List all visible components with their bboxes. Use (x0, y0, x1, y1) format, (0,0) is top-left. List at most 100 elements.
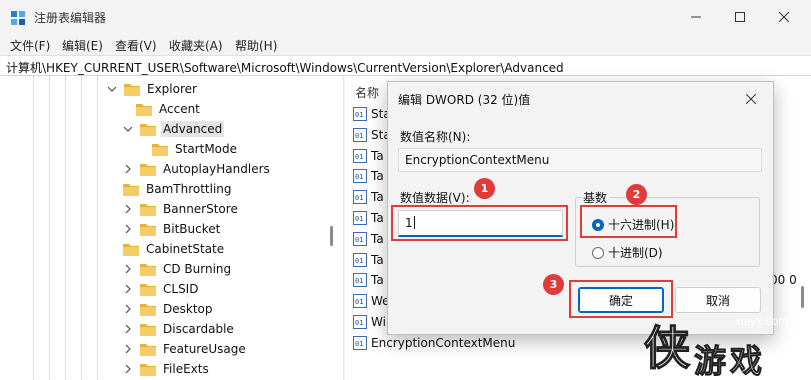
list-item[interactable]: 01 Ta (353, 146, 384, 166)
registry-value-icon: 01 (353, 252, 367, 267)
tree-item-label: Discardable (163, 322, 234, 336)
tree-guide-line (65, 76, 66, 380)
chevron-right-icon[interactable] (123, 344, 133, 354)
list-item[interactable]: 01 Ta (353, 208, 384, 228)
list-item[interactable]: 01 Ta (353, 270, 384, 290)
tree-item[interactable]: FeatureUsage (123, 339, 248, 359)
radio-unselected-icon (592, 246, 604, 259)
svg-text:01: 01 (355, 298, 363, 306)
tree-pane[interactable]: Explorer Accent Advanced StartMode AutoplayH… (0, 76, 344, 380)
list-item[interactable]: 01 EncryptionContextMenu (353, 333, 515, 353)
tree-item[interactable]: CLSID (123, 279, 200, 299)
tree-item-label: AutoplayHandlers (163, 162, 270, 176)
tree-item[interactable]: BamThrottling (123, 179, 234, 199)
menu-edit[interactable]: 编辑(E) (62, 37, 103, 54)
tree-item[interactable]: Explorer (107, 79, 199, 99)
list-item[interactable]: 01 Ta (353, 250, 384, 270)
tree-guide-line (81, 76, 82, 380)
dialog-title: 编辑 DWORD (32 位)值 (398, 93, 531, 107)
tree-item[interactable]: AutoplayHandlers (123, 159, 272, 179)
menu-favorites[interactable]: 收藏夹(A) (169, 37, 223, 54)
tree-item-label: FeatureUsage (163, 342, 246, 356)
values-scrollbar[interactable] (801, 286, 804, 308)
registry-value-icon: 01 (353, 190, 367, 205)
tree-item[interactable]: FileExts (123, 359, 211, 379)
chevron-right-icon[interactable] (123, 164, 133, 174)
window-title: 注册表编辑器 (34, 11, 107, 25)
tree-item[interactable]: CabinetState (123, 239, 226, 259)
minimize-button[interactable] (681, 6, 711, 28)
title-bar: 注册表编辑器 (0, 0, 811, 34)
maximize-button[interactable] (725, 6, 755, 28)
close-icon (746, 94, 756, 104)
folder-icon (140, 223, 156, 236)
folder-icon (140, 323, 156, 336)
step-badge-3: 3 (543, 274, 564, 295)
tree-item-label: BannerStore (163, 202, 238, 216)
svg-text:01: 01 (355, 319, 363, 327)
radio-decimal[interactable]: 十进制(D) (592, 244, 663, 261)
column-header-name[interactable]: 名称 (355, 84, 379, 101)
step-badge-1: 1 (474, 178, 495, 199)
svg-text:01: 01 (355, 257, 363, 265)
chevron-down-icon[interactable] (107, 84, 117, 94)
list-item-name: EncryptionContextMenu (371, 335, 516, 350)
tree-item-label: CD Burning (163, 262, 232, 276)
tree-item[interactable]: StartMode (152, 139, 239, 159)
chevron-right-icon[interactable] (123, 224, 133, 234)
chevron-down-icon[interactable] (123, 124, 133, 134)
tree-item[interactable]: Discardable (123, 319, 236, 339)
folder-icon (140, 283, 156, 296)
menu-help[interactable]: 帮助(H) (235, 37, 277, 54)
tree-item[interactable]: Advanced (123, 119, 225, 139)
registry-value-icon: 01 (353, 273, 367, 288)
tree-item[interactable]: Accent (136, 99, 202, 119)
tree-item[interactable]: Desktop (123, 299, 215, 319)
list-item[interactable]: 01 Ta (353, 166, 384, 186)
chevron-right-icon[interactable] (123, 264, 133, 274)
folder-icon (140, 343, 156, 356)
watermark-logo-char-1: 侠 (644, 321, 691, 375)
list-item[interactable]: 01 Sta (353, 104, 391, 124)
folder-icon (140, 303, 156, 316)
list-item[interactable]: 01 We (353, 291, 390, 311)
close-button[interactable] (769, 6, 799, 28)
chevron-right-icon[interactable] (123, 304, 133, 314)
svg-text:01: 01 (355, 111, 363, 119)
chevron-right-icon[interactable] (123, 364, 133, 374)
tree-item-label: StartMode (175, 142, 238, 156)
menu-file[interactable]: 文件(F) (10, 37, 50, 54)
value-data-label: 数值数据(V): (400, 191, 470, 205)
address-bar[interactable]: 计算机\HKEY_CURRENT_USER\Software\Microsoft… (0, 55, 811, 76)
value-data-partial: 00 0 (770, 273, 797, 287)
menu-view[interactable]: 查看(V) (115, 37, 157, 54)
list-item-name: Ta (371, 211, 384, 225)
svg-text:01: 01 (355, 132, 363, 140)
registry-value-icon: 01 (353, 231, 367, 246)
chevron-right-icon[interactable] (123, 204, 133, 214)
folder-icon (152, 143, 168, 156)
minimize-icon (691, 16, 701, 18)
step-badge-2: 2 (626, 184, 647, 205)
watermark-url: xiayx.com (735, 314, 789, 328)
list-item-name: Ta (371, 231, 384, 246)
tree-item[interactable]: BitBucket (123, 219, 222, 239)
list-item-name: Ta (371, 148, 384, 163)
registry-value-icon: 01 (353, 294, 367, 309)
watermark-logo-char-3: 戏 (729, 342, 762, 376)
chevron-right-icon[interactable] (123, 284, 133, 294)
chevron-right-icon[interactable] (123, 324, 133, 334)
registry-value-icon: 01 (353, 107, 367, 121)
tree-item-label: CLSID (163, 282, 199, 296)
tree-scrollbar[interactable] (330, 226, 333, 246)
folder-icon (136, 103, 152, 116)
tree-item-label: Desktop (163, 302, 213, 316)
tree-item[interactable]: BannerStore (123, 199, 240, 219)
list-item[interactable]: 01 Ta (353, 187, 384, 207)
value-name-label: 数值名称(N): (400, 130, 471, 144)
dialog-close-button[interactable] (741, 89, 761, 109)
list-item[interactable]: 01 Sta (353, 125, 391, 145)
tree-item[interactable]: CD Burning (123, 259, 233, 279)
list-item[interactable]: 01 Wi (353, 312, 386, 332)
list-item[interactable]: 01 Ta (353, 229, 384, 249)
